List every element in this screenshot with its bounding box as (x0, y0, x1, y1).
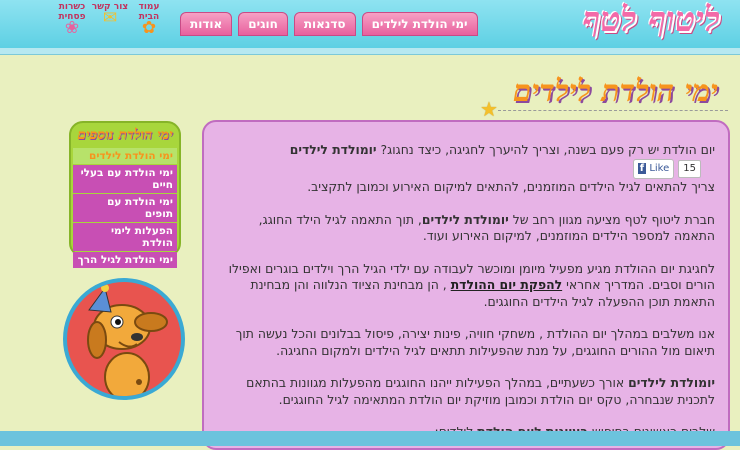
star-icon: ★ (480, 97, 498, 121)
page-title: ימי הולדת לילדים (512, 74, 718, 109)
p2-bold: יומולדת לילדים (421, 211, 509, 227)
sidebar-title: ימי הולדת נוספים (77, 127, 173, 143)
header-divider (0, 48, 740, 55)
p5-bold: יומולדת לילדים (628, 375, 715, 390)
facebook-like-button[interactable]: f Like (632, 158, 675, 179)
sidebar-menu: ימי הולדת נוספים ימי הולדת לילדים ימי הו… (69, 121, 181, 268)
facebook-like[interactable]: f Like 15 (632, 158, 701, 179)
paragraph-2: חברת ליטוף לטף מציעה מגוון רחב של יומולד… (214, 212, 715, 245)
dog-mascot-image (63, 278, 185, 400)
p2-text-pre: חברת ליטוף לטף מציעה מגוון רחב של (512, 211, 715, 227)
birthday-production-link[interactable]: להפקת יום ההולדת (451, 277, 562, 292)
home-link[interactable]: עמוד הבית ✿ (130, 2, 168, 38)
dog-icon (87, 284, 168, 396)
contact-link[interactable]: צור קשר ✉ (91, 2, 129, 28)
paragraph-3: לחגיגת יום ההולדת מגיע מפעיל מיומן ומוכש… (214, 261, 715, 311)
sidebar-item-activities[interactable]: הפעלות לימי הולדת (73, 223, 177, 251)
nav-classes[interactable]: חוגים (238, 12, 288, 36)
nav-about[interactable]: אודות (180, 12, 233, 36)
main-content: יום הולדת יש רק פעם בשנה, וצריך להיערך ל… (202, 120, 730, 450)
like-label: Like (649, 162, 670, 174)
site-logo[interactable]: ליטוף לטף (582, 0, 720, 40)
p1-text-post: צריך להתאים לגיל הילדים המוזמנים, להתאים… (307, 179, 715, 194)
paragraph-4: אנו משלבים במהלך יום ההולדת , משחקי חווי… (235, 326, 715, 358)
main-nav: אודות חוגים סדנאות ימי הולדת לילדים (180, 12, 478, 36)
sidebar-item-kids-birthdays[interactable]: ימי הולדת לילדים (73, 148, 177, 164)
footer-bar (0, 431, 740, 446)
like-count: 15 (678, 159, 701, 178)
p1-text-pre: יום הולדת יש רק פעם בשנה, וצריך להיערך ל… (380, 142, 715, 157)
p1-bold: יומולדת לילדים (289, 142, 377, 157)
paw-icon: ❀ (64, 18, 80, 38)
star-icon: ✿ (141, 18, 157, 38)
sidebar-item-drums[interactable]: ימי הולדת עם תופים (73, 194, 177, 222)
paragraph-5: יומולדת לילדים אורך כשעתיים, במהלך הפעיל… (214, 375, 715, 408)
title-divider (498, 110, 728, 111)
paragraph-1: יום הולדת יש רק פעם בשנה, וצריך להיערך ל… (214, 142, 715, 196)
kosher-link[interactable]: כשרות פסחית ❀ (53, 2, 91, 38)
sidebar-item-animals[interactable]: ימי הולדת עם בעלי חיים (73, 165, 177, 193)
envelope-icon: ✉ (102, 8, 118, 28)
nav-birthdays[interactable]: ימי הולדת לילדים (361, 12, 478, 36)
nav-workshops[interactable]: סדנאות (293, 12, 356, 36)
sidebar-item-toddlers[interactable]: ימי הולדת לגיל הרך (73, 252, 177, 268)
